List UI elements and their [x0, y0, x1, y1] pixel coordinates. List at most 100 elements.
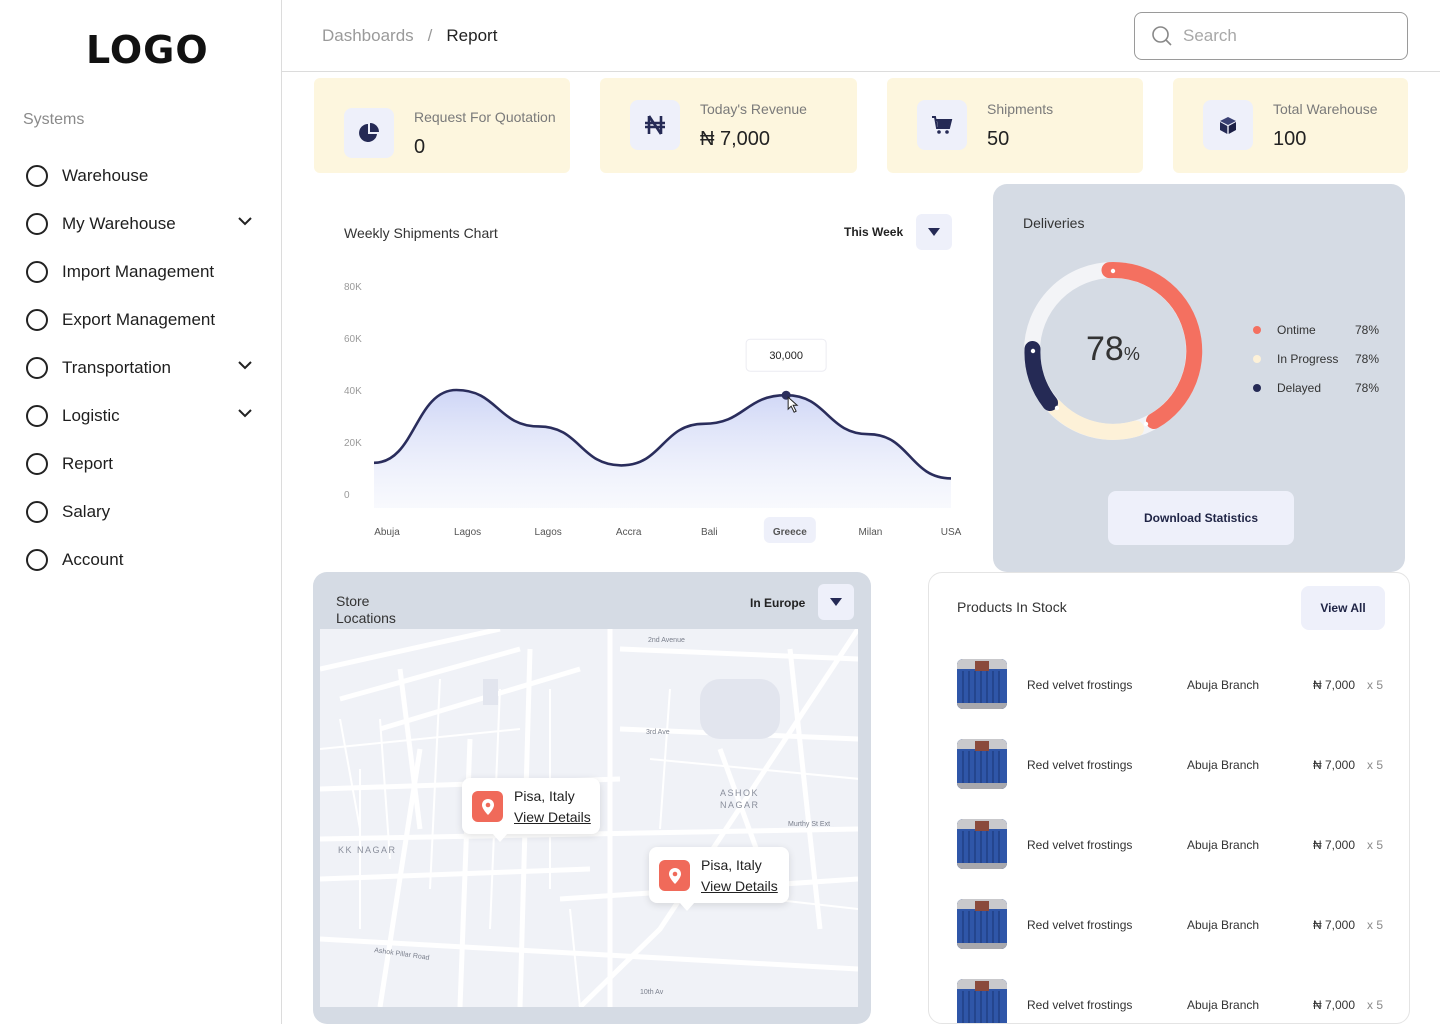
- legend-value: 78%: [1354, 351, 1379, 366]
- x-tick-label: Lagos: [454, 527, 481, 538]
- x-tick-label: Milan: [858, 527, 882, 538]
- sidebar-item-report[interactable]: Report: [26, 440, 258, 488]
- breadcrumb-separator: /: [427, 26, 433, 45]
- y-tick-label: 20K: [344, 438, 362, 449]
- sidebar-item-export-management[interactable]: Export Management: [26, 296, 258, 344]
- product-branch: Abuja Branch: [1187, 998, 1260, 1012]
- sidebar-item-label: Logistic: [62, 406, 120, 425]
- product-row[interactable]: Red velvet frostings Abuja Branch ₦ 7,000 x…: [957, 819, 1387, 871]
- circle-icon: [26, 357, 48, 379]
- logo[interactable]: LOGO: [86, 28, 209, 72]
- center-number: 78: [1086, 330, 1124, 368]
- caret-down-icon: [830, 598, 842, 606]
- breadcrumb-dashboards[interactable]: Dashboards: [322, 26, 414, 46]
- stat-value: 50: [987, 128, 1010, 150]
- view-details-link[interactable]: View Details: [701, 878, 778, 894]
- shipments-chart: 0 20K 40K 60K 80K Abuja Lagos Lagos Accra Bali Gre…: [344, 282, 962, 543]
- chevron-down-icon[interactable]: [238, 409, 252, 418]
- product-quantity: x 5: [1367, 998, 1384, 1012]
- product-price: ₦ 7,000: [1313, 758, 1356, 772]
- product-quantity: x 5: [1367, 838, 1384, 852]
- chevron-down-icon[interactable]: [238, 217, 252, 226]
- x-tick-label: USA: [941, 527, 962, 538]
- sidebar-item-account[interactable]: Account: [26, 536, 258, 584]
- sidebar-item-label: Transportation: [62, 358, 171, 377]
- tooltip-value: 30,000: [769, 350, 803, 362]
- legend-value: 78%: [1354, 322, 1379, 337]
- marker-place: Pisa, Italy: [514, 788, 575, 804]
- view-all-button[interactable]: View All: [1301, 586, 1385, 630]
- search-placeholder: Search: [1183, 26, 1237, 45]
- product-name: Red velvet frostings: [1027, 678, 1133, 692]
- search-icon: [1152, 26, 1172, 46]
- chevron-down-icon[interactable]: [238, 361, 252, 370]
- sidebar-item-salary[interactable]: Salary: [26, 488, 258, 536]
- stat-card-warehouse[interactable]: Total Warehouse 100: [1173, 78, 1408, 173]
- product-name: Red velvet frostings: [1027, 758, 1133, 772]
- region-dropdown-button[interactable]: [818, 584, 854, 620]
- products-in-stock-panel: Products In Stock View All Red velvet fr…: [928, 572, 1410, 1024]
- legend-item-in-progress: In Progress 78%: [1251, 344, 1381, 373]
- deliveries-panel: Deliveries 78% Ontime 78% In Progress 78…: [993, 184, 1405, 572]
- stat-card-revenue[interactable]: Today's Revenue ₦ 7,000: [600, 78, 857, 173]
- product-name: Red velvet frostings: [1027, 918, 1133, 932]
- sidebar-item-label: Report: [62, 454, 114, 473]
- search-input[interactable]: Search: [1134, 12, 1408, 60]
- product-row[interactable]: Red velvet frostings Abuja Branch ₦ 7,000 x…: [957, 739, 1387, 791]
- circle-icon: [26, 501, 48, 523]
- stat-card-rfq[interactable]: Request For Quotation 0: [314, 78, 570, 173]
- store-map[interactable]: KK NAGAR ASHOK NAGAR Ashok Pillar Road 2…: [320, 629, 858, 1007]
- product-thumbnail: [957, 739, 1007, 789]
- breadcrumb: Dashboards / Report: [322, 26, 497, 46]
- sidebar-item-import-management[interactable]: Import Management: [26, 248, 258, 296]
- section-label: Systems: [23, 111, 85, 128]
- y-tick-label: 60K: [344, 334, 362, 345]
- circle-icon: [26, 405, 48, 427]
- view-details-link[interactable]: View Details: [514, 809, 591, 825]
- sidebar-item-my-warehouse[interactable]: My Warehouse: [26, 200, 258, 248]
- location-pin-icon: [472, 791, 503, 822]
- sidebar-item-label: Warehouse: [62, 166, 149, 185]
- circle-icon: [26, 165, 48, 187]
- sidebar-item-warehouse[interactable]: Warehouse: [26, 152, 258, 200]
- donut-segment-in-progress: [1047, 399, 1144, 440]
- product-row[interactable]: Red velvet frostings Abuja Branch ₦ 7,000 x…: [957, 899, 1387, 951]
- map-marker-popup[interactable]: Pisa, Italy View Details: [462, 778, 600, 842]
- circle-icon: [26, 213, 48, 235]
- download-statistics-button[interactable]: Download Statistics: [1108, 491, 1294, 545]
- location-pin-icon: [659, 860, 690, 891]
- circle-icon: [26, 261, 48, 283]
- map-marker-popup[interactable]: Pisa, Italy View Details: [649, 847, 789, 911]
- popup-tail: [679, 902, 695, 911]
- legend-dot: [1253, 383, 1261, 392]
- sidebar-item-transportation[interactable]: Transportation: [26, 344, 258, 392]
- y-tick-label: 80K: [344, 282, 362, 293]
- product-quantity: x 5: [1367, 758, 1384, 772]
- deliveries-center-value: 78%: [1086, 330, 1140, 369]
- product-row[interactable]: Red velvet frostings Abuja Branch ₦ 7,000 x…: [957, 979, 1387, 1023]
- product-thumbnail: [957, 899, 1007, 949]
- product-price: ₦ 7,000: [1313, 678, 1356, 692]
- product-quantity: x 5: [1367, 918, 1384, 932]
- legend-label: In Progress: [1277, 351, 1339, 366]
- product-price: ₦ 7,000: [1313, 838, 1356, 852]
- legend-item-ontime: Ontime 78%: [1251, 315, 1381, 344]
- stat-value: 100: [1273, 128, 1307, 150]
- product-row[interactable]: Red velvet frostings Abuja Branch ₦ 7,000 x…: [957, 659, 1387, 711]
- stat-title: Total Warehouse: [1273, 101, 1378, 117]
- y-tick-label: 40K: [344, 386, 362, 397]
- center-unit: %: [1123, 344, 1140, 364]
- product-thumbnail: [957, 659, 1007, 709]
- x-tick-label: Accra: [616, 527, 642, 538]
- y-tick-label: 0: [344, 490, 350, 501]
- stat-card-shipments[interactable]: Shipments 50: [887, 78, 1143, 173]
- sidebar-item-label: Export Management: [62, 310, 216, 329]
- sidebar-item-logistic[interactable]: Logistic: [26, 392, 258, 440]
- map-label: KK NAGAR: [338, 845, 397, 855]
- legend-value: 78%: [1354, 380, 1379, 395]
- stat-value: ₦ 7,000: [700, 128, 771, 150]
- topbar: Dashboards / Report Search: [282, 0, 1440, 72]
- product-branch: Abuja Branch: [1187, 678, 1260, 692]
- pie-chart-icon: [344, 108, 394, 158]
- map-label: 2nd Avenue: [648, 637, 685, 644]
